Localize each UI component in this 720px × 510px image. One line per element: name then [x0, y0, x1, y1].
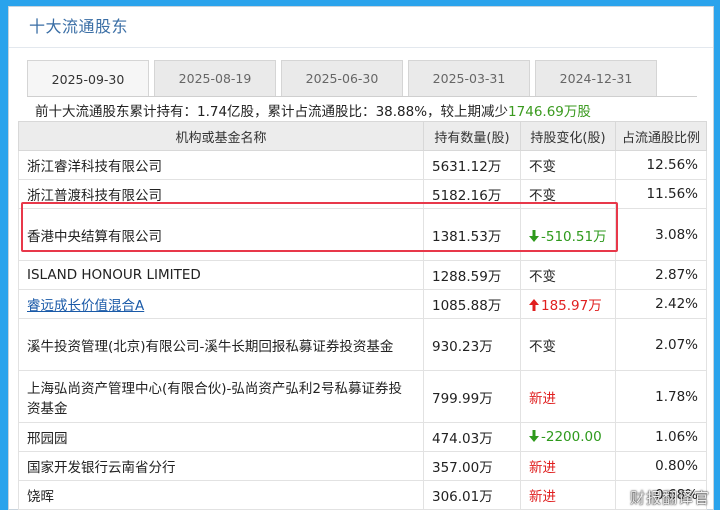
holding-qty: 5631.12万	[423, 150, 521, 180]
holder-name-cell: 香港中央结算有限公司	[18, 208, 424, 261]
header-qty: 持有数量(股)	[423, 121, 521, 151]
holding-change-cell: -2200.00	[520, 422, 616, 452]
float-ratio: 3.08%	[615, 208, 707, 261]
summary-prefix: 前十大流通股东累计持有：	[35, 104, 197, 120]
tab-period-0[interactable]: 2025-09-30	[27, 60, 149, 97]
table-row: 上海弘尚资产管理中心(有限合伙)-弘尚资产弘利2号私募证券投资基金 799.99万…	[18, 370, 707, 423]
holding-change-cell: 185.97万	[520, 289, 616, 319]
holding-change-value: 新进	[529, 390, 556, 407]
float-ratio: 1.78%	[615, 370, 707, 423]
table-row: 浙江睿洋科技有限公司 5631.12万 不变 12.56%	[18, 150, 707, 180]
header-change: 持股变化(股)	[520, 121, 616, 151]
holding-change-value: -2200.00	[541, 429, 602, 445]
holding-change-value: 不变	[529, 338, 556, 355]
summary-change: 1746.69万股	[508, 104, 591, 120]
holding-change-value: 新进	[529, 460, 556, 476]
holding-change-cell: 新进	[520, 451, 616, 481]
holding-change-cell: -510.51万	[520, 208, 616, 261]
holder-name: 浙江睿洋科技有限公司	[27, 159, 162, 175]
table-row: 香港中央结算有限公司 1381.53万 -510.51万 3.08%	[18, 208, 707, 261]
period-tabs: 2025-09-30 2025-08-19 2025-06-30 2025-03-31…	[27, 60, 662, 97]
tab-period-4[interactable]: 2024-12-31	[535, 60, 657, 96]
holding-change-cell: 不变	[520, 318, 616, 371]
holder-name: 上海弘尚资产管理中心(有限合伙)-弘尚资产弘利2号私募证券投资基金	[27, 380, 402, 417]
summary-mid: ，累计占流通股比：	[254, 104, 376, 120]
holding-change-value: 不变	[529, 159, 556, 175]
table-row: 邢园园 474.03万 -2200.00 1.06%	[18, 422, 707, 452]
float-ratio: 11.56%	[615, 179, 707, 209]
header-name: 机构或基金名称	[18, 121, 424, 151]
holding-qty: 5182.16万	[423, 179, 521, 209]
holding-change-value: -510.51万	[541, 228, 607, 245]
table-header-row: 机构或基金名称 持有数量(股) 持股变化(股) 占流通股比例	[18, 121, 707, 151]
holder-name-cell: 饶晖	[18, 480, 424, 510]
float-ratio: 2.42%	[615, 289, 707, 319]
arrow-down-icon	[529, 229, 539, 242]
float-ratio: 12.56%	[615, 150, 707, 180]
holder-name: 邢园园	[27, 431, 68, 447]
holding-change-cell: 不变	[520, 150, 616, 180]
holder-name: 浙江普渡科技有限公司	[27, 188, 162, 204]
summary-tail: ，较上期减少	[427, 104, 509, 120]
holding-qty: 474.03万	[423, 422, 521, 452]
holder-name-link[interactable]: 睿远成长价值混合A	[27, 298, 144, 314]
holding-change-cell: 新进	[520, 370, 616, 423]
holding-qty: 1381.53万	[423, 208, 521, 261]
holder-name-cell: 睿远成长价值混合A	[18, 289, 424, 319]
holding-qty: 1288.59万	[423, 260, 521, 290]
holding-change-cell: 不变	[520, 260, 616, 290]
table-row: 溪牛投资管理(北京)有限公司-溪牛长期回报私募证券投资基金 930.23万 不变 2.…	[18, 318, 707, 371]
watermark: 财报翻译官	[629, 489, 710, 507]
holding-qty: 799.99万	[423, 370, 521, 423]
arrow-down-icon	[529, 430, 539, 442]
shareholders-table: 机构或基金名称 持有数量(股) 持股变化(股) 占流通股比例 浙江睿洋科技有限公…	[18, 121, 707, 510]
holding-qty: 1085.88万	[423, 289, 521, 319]
holder-name-cell: 上海弘尚资产管理中心(有限合伙)-弘尚资产弘利2号私募证券投资基金	[18, 370, 424, 423]
holding-change-value: 185.97万	[541, 298, 602, 314]
title-divider	[9, 47, 713, 48]
table-row: 国家开发银行云南省分行 357.00万 新进 0.80%	[18, 451, 707, 481]
tab-period-1[interactable]: 2025-08-19	[154, 60, 276, 96]
float-ratio: 2.07%	[615, 318, 707, 371]
float-ratio: 0.80%	[615, 451, 707, 481]
holder-name: 饶晖	[27, 489, 54, 505]
holding-qty: 930.23万	[423, 318, 521, 371]
holder-name: 国家开发银行云南省分行	[27, 460, 176, 476]
holding-change-value: 不变	[529, 188, 556, 204]
holding-change-value: 不变	[529, 269, 556, 285]
float-ratio: 1.06%	[615, 422, 707, 452]
holder-name: 溪牛投资管理(北京)有限公司-溪牛长期回报私募证券投资基金	[27, 338, 394, 355]
summary-ratio: 38.88%	[375, 104, 428, 120]
table-row: 浙江普渡科技有限公司 5182.16万 不变 11.56%	[18, 179, 707, 209]
table-row: 睿远成长价值混合A 1085.88万 185.97万 2.42%	[18, 289, 707, 319]
holding-qty: 357.00万	[423, 451, 521, 481]
holder-name-cell: 邢园园	[18, 422, 424, 452]
holding-qty: 306.01万	[423, 480, 521, 510]
holder-name: 香港中央结算有限公司	[27, 228, 162, 245]
arrow-up-icon	[529, 299, 539, 311]
holding-change-value: 新进	[529, 489, 556, 505]
tab-period-2[interactable]: 2025-06-30	[281, 60, 403, 96]
holding-change-cell: 不变	[520, 179, 616, 209]
holder-name-cell: 浙江普渡科技有限公司	[18, 179, 424, 209]
tab-period-3[interactable]: 2025-03-31	[408, 60, 530, 96]
holder-name: ISLAND HONOUR LIMITED	[27, 267, 201, 283]
panel-title: 十大流通股东	[29, 17, 129, 36]
table-row: 饶晖 306.01万 新进 0.68%	[18, 480, 707, 510]
float-ratio: 2.87%	[615, 260, 707, 290]
summary-total: 1.74亿股	[197, 104, 255, 120]
holding-change-cell: 新进	[520, 480, 616, 510]
table-row: ISLAND HONOUR LIMITED 1288.59万 不变 2.87%	[18, 260, 707, 290]
holder-name-cell: 国家开发银行云南省分行	[18, 451, 424, 481]
holder-name-cell: 浙江睿洋科技有限公司	[18, 150, 424, 180]
header-ratio: 占流通股比例	[615, 121, 707, 151]
holder-name-cell: 溪牛投资管理(北京)有限公司-溪牛长期回报私募证券投资基金	[18, 318, 424, 371]
holder-name-cell: ISLAND HONOUR LIMITED	[18, 260, 424, 290]
